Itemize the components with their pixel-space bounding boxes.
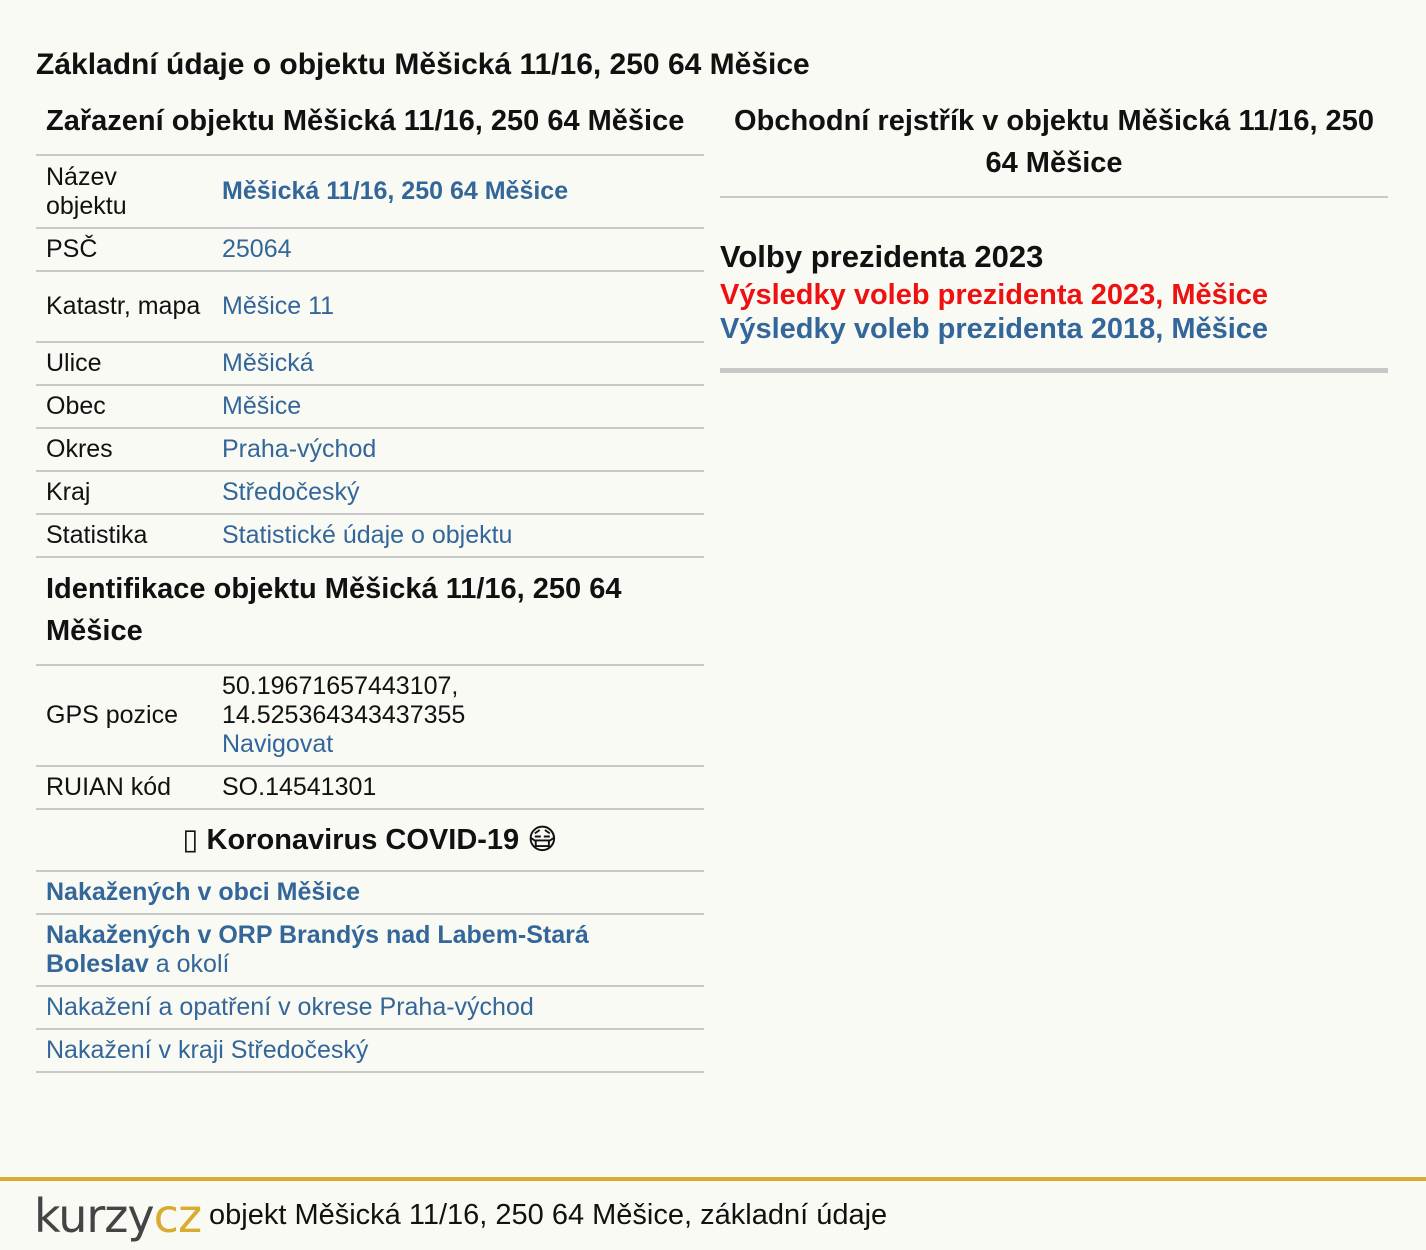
row-value: Měšice 11	[212, 271, 704, 343]
gps-value: 50.19671657443107, 14.525364343437355 Na…	[212, 666, 704, 767]
table-row: PSČ 25064	[36, 228, 704, 272]
face-mask-icon: 😷	[527, 824, 558, 856]
missing-glyph-icon: ▯	[182, 824, 199, 856]
zarazeni-heading: Zařazení objektu Měšická 11/16, 250 64 M…	[36, 100, 704, 156]
covid-orp-link[interactable]: Nakažených v ORP Brandýs nad Labem-Stará…	[46, 921, 589, 978]
footer-text: objekt Měšická 11/16, 250 64 Měšice, zák…	[209, 1199, 888, 1231]
row-label: Okres	[36, 428, 212, 472]
row-value: Měšická 11/16, 250 64 Měšice	[212, 156, 704, 229]
row-label: Katastr, mapa	[36, 271, 212, 343]
row-value: Měšice	[212, 385, 704, 429]
katastr-link[interactable]: Měšice 11	[222, 292, 334, 320]
volby-2023-link[interactable]: Výsledky voleb prezidenta 2023, Měšice	[720, 278, 1388, 312]
row-label: PSČ	[36, 228, 212, 272]
row-label: GPS pozice	[36, 666, 212, 767]
row-label: Obec	[36, 385, 212, 429]
ruian-value: SO.14541301	[212, 766, 704, 810]
table-row: Ulice Měšická	[36, 342, 704, 386]
table-row: Kraj Středočeský	[36, 471, 704, 515]
left-column: Zařazení objektu Měšická 11/16, 250 64 M…	[36, 100, 704, 1073]
table-row: Název objektu Měšická 11/16, 250 64 Měši…	[36, 156, 704, 229]
object-name-link[interactable]: Měšická 11/16, 250 64 Měšice	[222, 177, 568, 205]
navigate-link[interactable]: Navigovat	[222, 730, 333, 758]
row-value: Měšická	[212, 342, 704, 386]
row-value: Středočeský	[212, 471, 704, 515]
obec-link[interactable]: Měšice	[222, 392, 301, 420]
page-title: Základní údaje o objektu Měšická 11/16, …	[36, 48, 810, 81]
footer: kurzycz objekt Měšická 11/16, 250 64 Měš…	[0, 1177, 1426, 1250]
table-row: Katastr, mapa Měšice 11	[36, 271, 704, 343]
volby-title: Volby prezidenta 2023	[720, 239, 1044, 274]
gps-latitude: 50.19671657443107,	[222, 672, 459, 700]
covid-heading-text: Koronavirus COVID-19	[206, 824, 520, 856]
statistika-link[interactable]: Statistické údaje o objektu	[222, 521, 512, 549]
row-value: 25064	[212, 228, 704, 272]
row-value: Statistické údaje o objektu	[212, 514, 704, 558]
covid-links: Nakažených v obci Měšice Nakažených v OR…	[36, 872, 704, 1073]
covid-obec-link[interactable]: Nakažených v obci Měšice	[46, 878, 360, 906]
kurzy-logo[interactable]: kurzycz	[34, 1189, 202, 1243]
kraj-link[interactable]: Středočeský	[222, 478, 360, 506]
volby-2018-link[interactable]: Výsledky voleb prezidenta 2018, Měšice	[720, 312, 1388, 346]
identifikace-table: GPS pozice 50.19671657443107, 14.5253643…	[36, 666, 704, 810]
row-label: Kraj	[36, 471, 212, 515]
psc-link[interactable]: 25064	[222, 235, 292, 263]
gps-longitude: 14.525364343437355	[222, 701, 466, 729]
ulice-link[interactable]: Měšická	[222, 349, 314, 377]
right-column: Obchodní rejstřík v objektu Měšická 11/1…	[720, 100, 1388, 373]
covid-kraj-link[interactable]: Nakažení v kraji Středočeský	[46, 1036, 368, 1064]
logo-cz-text: cz	[153, 1189, 202, 1243]
table-row: GPS pozice 50.19671657443107, 14.5253643…	[36, 666, 704, 767]
covid-okres-link[interactable]: Nakažení a opatření v okrese Praha-výcho…	[46, 993, 534, 1021]
zarazeni-table: Název objektu Měšická 11/16, 250 64 Měši…	[36, 156, 704, 558]
rejstrik-heading: Obchodní rejstřík v objektu Měšická 11/1…	[720, 100, 1388, 198]
table-row: Statistika Statistické údaje o objektu	[36, 514, 704, 558]
row-label: Název objektu	[36, 156, 212, 229]
logo-kurzy-text: kurzy	[34, 1189, 155, 1243]
list-item: Nakažení v kraji Středočeský	[36, 1030, 704, 1073]
table-row: RUIAN kód SO.14541301	[36, 766, 704, 810]
identifikace-heading: Identifikace objektu Měšická 11/16, 250 …	[36, 558, 704, 666]
covid-heading: ▯ Koronavirus COVID-19 😷	[36, 810, 704, 872]
okres-link[interactable]: Praha-východ	[222, 435, 376, 463]
row-value: Praha-východ	[212, 428, 704, 472]
volby-section: Volby prezidenta 2023 Výsledky voleb pre…	[720, 198, 1388, 373]
row-label: Statistika	[36, 514, 212, 558]
list-item: Nakažených v obci Měšice	[36, 872, 704, 915]
covid-orp-tail: a okolí	[148, 950, 230, 978]
table-row: Obec Měšice	[36, 385, 704, 429]
table-row: Okres Praha-východ	[36, 428, 704, 472]
row-label: Ulice	[36, 342, 212, 386]
list-item: Nakažení a opatření v okrese Praha-výcho…	[36, 987, 704, 1030]
row-label: RUIAN kód	[36, 766, 212, 810]
list-item: Nakažených v ORP Brandýs nad Labem-Stará…	[36, 915, 704, 987]
